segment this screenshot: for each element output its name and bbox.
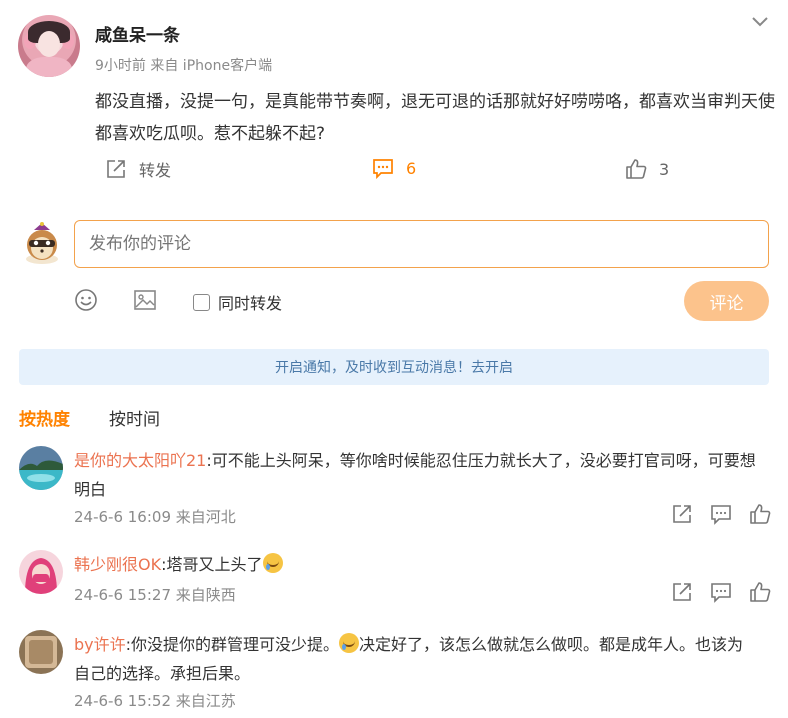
submit-comment-button[interactable]: 评论 — [684, 281, 769, 321]
crying-laughing-emoji-icon — [339, 633, 360, 653]
like-button[interactable]: 3 — [625, 158, 669, 180]
repost-label: 转发 — [139, 161, 172, 180]
comment-text: :你没提你的群管理可没少提。 — [125, 635, 340, 654]
image-icon[interactable] — [133, 288, 157, 312]
author-name[interactable]: 咸鱼呆一条 — [95, 21, 180, 46]
comment-text-b: 决定好了，该怎么做就怎么做呗。都是成年人。也该为 — [359, 635, 744, 654]
comment-icon[interactable] — [710, 581, 732, 603]
also-repost-label: 同时转发 — [218, 294, 283, 313]
my-avatar[interactable] — [20, 221, 64, 265]
emoji-icon[interactable] — [74, 288, 98, 312]
comment-input[interactable] — [74, 220, 769, 268]
comment-text: :塔哥又上头了 — [161, 555, 263, 574]
comment-meta: 24-6-6 15:52 来自江苏 — [74, 692, 236, 710]
commenter-avatar[interactable] — [19, 630, 63, 674]
comment-meta: 24-6-6 15:27 来自陕西 — [74, 586, 236, 604]
crying-laughing-emoji-icon — [262, 553, 283, 573]
comment-text-continued: 明白 — [74, 480, 107, 499]
comment-username[interactable]: 韩少刚很OK — [74, 555, 161, 574]
like-icon — [626, 159, 647, 179]
comment-username[interactable]: 是你的大太阳吖21 — [74, 451, 206, 470]
repost-icon — [107, 160, 125, 178]
share-icon[interactable] — [671, 581, 693, 603]
comment-icon[interactable] — [710, 503, 732, 525]
chevron-down-icon[interactable] — [750, 12, 770, 32]
like-icon[interactable] — [749, 503, 771, 525]
also-repost-option[interactable]: 同时转发 — [193, 290, 282, 314]
comment-button[interactable]: 6 — [372, 157, 416, 179]
commenter-avatar[interactable] — [19, 446, 63, 490]
share-icon[interactable] — [671, 503, 693, 525]
comment-meta: 24-6-6 16:09 来自河北 — [74, 508, 236, 526]
comment-body: 是你的大太阳吖21:可不能上头阿呆，等你啥时候能忍住压力就长大了，没必要打官司呀… — [74, 446, 774, 475]
like-icon[interactable] — [749, 581, 771, 603]
sort-by-time-tab[interactable]: 按时间 — [109, 405, 160, 430]
comment-body: 韩少刚很OK:塔哥又上头了 — [74, 550, 283, 579]
sort-by-hot-tab[interactable]: 按热度 — [19, 405, 70, 430]
also-repost-checkbox[interactable] — [193, 293, 210, 311]
author-avatar[interactable] — [18, 15, 80, 77]
post-text: 都没直播，没提一句，是真能带节奏啊，退无可退的话那就好好唠唠咯，都喜欢当审判天使… — [95, 92, 775, 144]
comment-icon — [373, 159, 393, 179]
comment-text: :可不能上头阿呆，等你啥时候能忍住压力就长大了，没必要打官司呀，可要想 — [206, 451, 756, 470]
comment-text-continued: 自己的选择。承担后果。 — [74, 664, 251, 683]
commenter-avatar[interactable] — [19, 550, 63, 594]
post-meta: 9小时前 来自 iPhone客户端 — [95, 58, 273, 74]
comment-body: by许许:你没提你的群管理可没少提。 决定好了，该怎么做就怎么做呗。都是成年人。也… — [74, 630, 774, 659]
notification-banner[interactable]: 开启通知，及时收到互动消息！去开启 — [19, 349, 769, 385]
comment-username[interactable]: by许许 — [74, 635, 126, 654]
comment-count: 6 — [406, 158, 417, 178]
like-count: 3 — [659, 159, 670, 179]
repost-button[interactable]: 转发 — [105, 157, 171, 181]
